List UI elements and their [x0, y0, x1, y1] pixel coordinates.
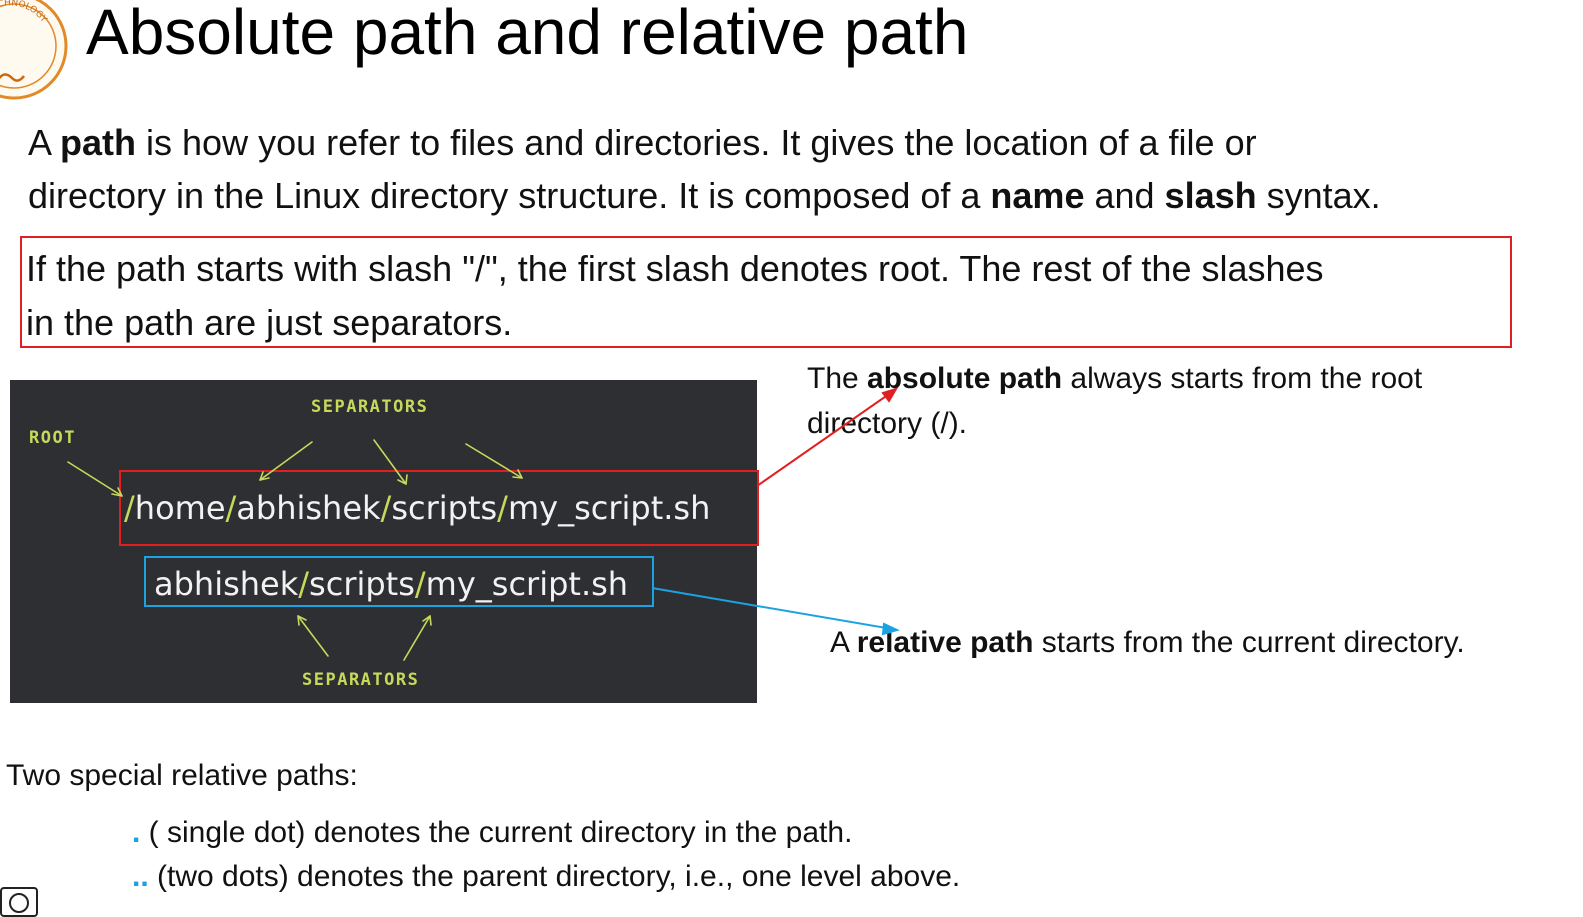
- path-diagram: SEPARATORS ROOT /home/abhishek/scripts/m…: [10, 380, 759, 703]
- intro-bold-path: path: [60, 122, 137, 163]
- separator-arrow: [373, 439, 407, 485]
- root-rule-box: If the path starts with slash "/", the f…: [20, 236, 1512, 348]
- single-dot-item: . ( single dot) denotes the current dire…: [132, 812, 852, 854]
- intro-text: A: [28, 122, 61, 163]
- separator-arrow: [297, 615, 329, 657]
- intro-text: syntax.: [1256, 175, 1381, 216]
- slide-title: Absolute path and relative path: [86, 0, 969, 68]
- callout-text: A: [830, 626, 857, 659]
- rule-line: If the path starts with slash "/", the f…: [26, 248, 1324, 289]
- separator-arrow: [259, 441, 313, 481]
- callout-text: starts from the current directory.: [1033, 626, 1465, 659]
- separator-arrow: [403, 615, 431, 661]
- callout-bold: absolute path: [867, 362, 1063, 395]
- rule-line: in the path are just separators.: [26, 302, 513, 343]
- absolute-path-callout: The absolute path always starts from the…: [807, 356, 1527, 446]
- intro-bold-slash: slash: [1164, 175, 1257, 216]
- intro-paragraph: A path is how you refer to files and dir…: [28, 116, 1573, 222]
- callout-bold: relative path: [856, 626, 1034, 659]
- dot-marker: ..: [132, 860, 149, 893]
- callout-text: The: [807, 362, 868, 395]
- item-text: (two dots) denotes the parent directory,…: [148, 860, 961, 893]
- intro-bold-name: name: [990, 175, 1085, 216]
- intro-text: is how you refer to files and directorie…: [136, 122, 1257, 163]
- intro-text: directory in the Linux directory structu…: [28, 175, 991, 216]
- root-rule-text: If the path starts with slash "/", the f…: [26, 242, 1324, 350]
- diagram-arrows: [67, 439, 523, 661]
- item-text: ( single dot) denotes the current direct…: [140, 816, 853, 849]
- separator-arrow: [465, 443, 523, 479]
- creative-commons-icon: [0, 887, 38, 917]
- relative-path-callout: A relative path starts from the current …: [830, 620, 1465, 665]
- root-arrow: [67, 461, 123, 497]
- special-paths-heading: Two special relative paths:: [6, 759, 358, 792]
- double-dot-item: .. (two dots) denotes the parent directo…: [132, 856, 960, 898]
- university-seal-icon: TECHNOLOGY: [0, 0, 68, 100]
- intro-text: and: [1084, 175, 1165, 216]
